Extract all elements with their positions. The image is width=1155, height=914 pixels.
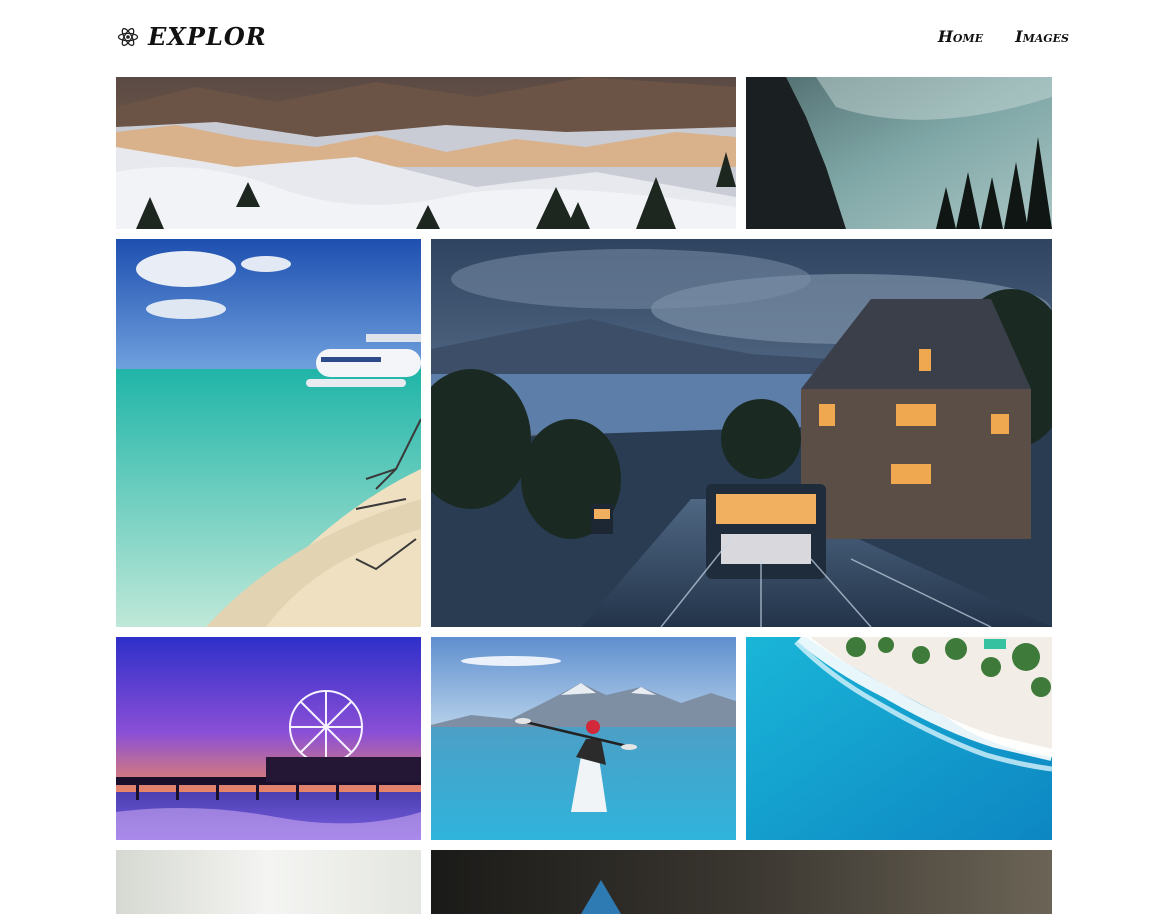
brand-name: EXPLOR <box>148 22 267 51</box>
nav-home-link[interactable]: Home <box>938 27 983 46</box>
gallery-image-cliff-valley[interactable] <box>746 77 1052 229</box>
gallery-image-pier-ferris-wheel[interactable] <box>116 637 421 840</box>
main-nav: Home Images <box>938 27 1069 46</box>
gallery-image-kayak-lake[interactable] <box>431 637 736 840</box>
gallery-image-bright-white[interactable] <box>116 850 421 914</box>
brand-logo[interactable]: EXPLOR <box>117 22 267 51</box>
atom-icon <box>117 26 139 48</box>
gallery-image-aerial-ocean-beach[interactable] <box>746 637 1052 840</box>
gallery-image-dark[interactable] <box>431 850 1052 914</box>
gallery-image-snowy-mountains[interactable] <box>116 77 736 229</box>
site-header: EXPLOR Home Images <box>0 0 1155 77</box>
gallery-image-town-tram[interactable] <box>431 239 1052 627</box>
nav-images-link[interactable]: Images <box>1015 27 1069 46</box>
gallery-image-tropical-beach[interactable] <box>116 239 421 627</box>
